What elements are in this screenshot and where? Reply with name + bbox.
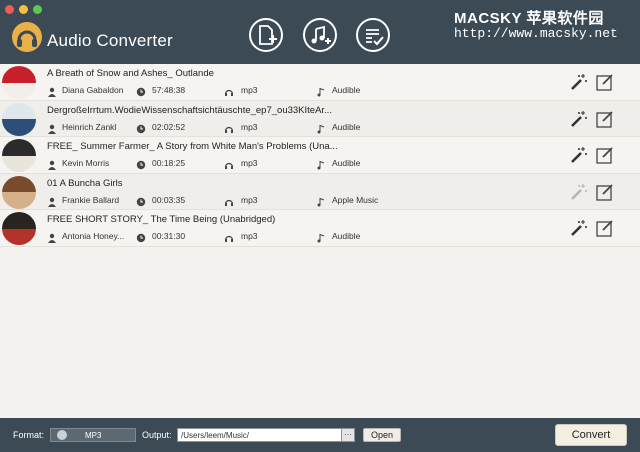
item-duration: 00:31:30 — [152, 231, 186, 241]
converted-list-button[interactable] — [356, 18, 390, 52]
item-title: FREE_ Summer Farmer_ A Story from White … — [47, 141, 337, 152]
output-label: Output: — [142, 430, 172, 440]
format-select[interactable]: MP3 — [50, 428, 136, 442]
output-browse-button[interactable]: ··· — [341, 428, 355, 442]
magic-wand-icon[interactable] — [569, 109, 589, 129]
audio-list: A Breath of Snow and Ashes_ Outlande Dian… — [0, 64, 640, 247]
item-author: Frankie Ballard — [62, 194, 120, 205]
cover-art — [2, 66, 36, 99]
item-title: DergroßeIrrtum.WodieWissenschaftsichtäus… — [47, 104, 332, 116]
headphones-icon — [224, 84, 234, 96]
item-format: mp3 — [241, 85, 258, 95]
item-format: mp3 — [241, 194, 258, 205]
user-icon — [47, 157, 57, 170]
item-author: Diana Gabaldon — [62, 85, 124, 95]
add-file-button[interactable] — [249, 18, 283, 52]
clock-icon — [136, 84, 146, 97]
magic-wand-icon[interactable] — [569, 218, 589, 238]
edit-icon[interactable] — [595, 218, 615, 238]
window-close-button[interactable] — [5, 5, 14, 14]
item-format: mp3 — [241, 121, 258, 132]
user-icon — [47, 194, 57, 207]
format-value: MP3 — [85, 431, 102, 440]
open-button[interactable]: Open — [363, 428, 401, 442]
window-maximize-button[interactable] — [33, 5, 42, 14]
item-source: Audible — [332, 85, 361, 95]
convert-button[interactable]: Convert — [555, 424, 627, 446]
output-path-field[interactable]: /Users/leem/Music/ — [177, 428, 355, 442]
clock-icon — [136, 121, 146, 133]
headphones-icon — [224, 194, 234, 206]
item-source: Audible — [332, 231, 361, 241]
magic-wand-icon[interactable] — [569, 182, 589, 202]
cover-art — [2, 175, 36, 209]
item-duration: 00:18:25 — [152, 158, 186, 168]
item-title: 01 A Buncha Girls — [47, 177, 123, 189]
item-author: Heinrich Zankl — [62, 121, 117, 132]
edit-icon[interactable] — [595, 182, 615, 202]
magic-wand-icon[interactable] — [569, 145, 589, 165]
music-note-icon — [316, 157, 326, 170]
item-source: Apple Music — [332, 194, 379, 205]
user-icon — [47, 84, 57, 97]
item-duration: 00:03:35 — [152, 194, 186, 205]
item-title: A Breath of Snow and Ashes_ Outlande — [47, 68, 214, 79]
converted-list-icon — [366, 29, 384, 46]
cover-art — [2, 139, 36, 172]
cover-art — [2, 212, 36, 245]
user-icon — [47, 230, 57, 243]
user-icon — [47, 121, 57, 134]
item-title: FREE SHORT STORY_ The Time Being (Unabri… — [47, 214, 276, 225]
headphones-icon — [224, 121, 234, 133]
clock-icon — [136, 230, 146, 243]
item-author: Kevin Morris — [62, 158, 110, 168]
watermark-url: http://www.macsky.net — [454, 26, 618, 41]
add-music-button[interactable] — [303, 18, 337, 52]
app-title: Audio Converter — [47, 31, 173, 50]
list-item[interactable]: DergroßeIrrtum.WodieWissenschaftsichtäus… — [0, 100, 640, 137]
app-logo-icon — [12, 22, 42, 52]
item-duration: 57:48:38 — [152, 85, 186, 95]
music-note-icon — [316, 230, 326, 243]
headphones-icon — [224, 230, 234, 242]
music-note-icon — [316, 84, 326, 97]
window-minimize-button[interactable] — [19, 5, 28, 14]
edit-icon[interactable] — [595, 109, 615, 129]
item-duration: 02:02:52 — [152, 121, 186, 132]
clock-icon — [136, 194, 146, 206]
list-item[interactable]: A Breath of Snow and Ashes_ Outlande Dian… — [0, 64, 640, 101]
list-item[interactable]: 01 A Buncha Girls Frankie Ballard 00:03:35… — [0, 173, 640, 210]
edit-icon[interactable] — [595, 145, 615, 165]
format-label: Format: — [13, 430, 45, 440]
item-source: Audible — [332, 121, 361, 132]
clock-icon — [136, 157, 146, 170]
format-disc-icon — [57, 430, 67, 440]
music-note-icon — [316, 121, 326, 133]
title-bar: Audio Converter MACSKY 苹果软件园 http://www.… — [0, 0, 640, 64]
item-format: mp3 — [241, 231, 258, 241]
headphones-icon — [224, 157, 234, 169]
edit-icon[interactable] — [595, 72, 615, 92]
list-item[interactable]: FREE SHORT STORY_ The Time Being (Unabri… — [0, 210, 640, 247]
add-music-icon — [311, 25, 331, 44]
watermark-title: MACSKY 苹果软件园 — [454, 10, 604, 27]
item-author: Antonia Honey... — [62, 231, 125, 241]
magic-wand-icon[interactable] — [569, 72, 589, 92]
music-note-icon — [316, 194, 326, 206]
list-item[interactable]: FREE_ Summer Farmer_ A Story from White … — [0, 137, 640, 174]
footer-bar: Format: MP3 Output: /Users/leem/Music/ ·… — [0, 418, 640, 452]
add-file-icon — [259, 25, 277, 45]
cover-art — [2, 102, 36, 136]
item-format: mp3 — [241, 158, 258, 168]
item-source: Audible — [332, 158, 361, 168]
